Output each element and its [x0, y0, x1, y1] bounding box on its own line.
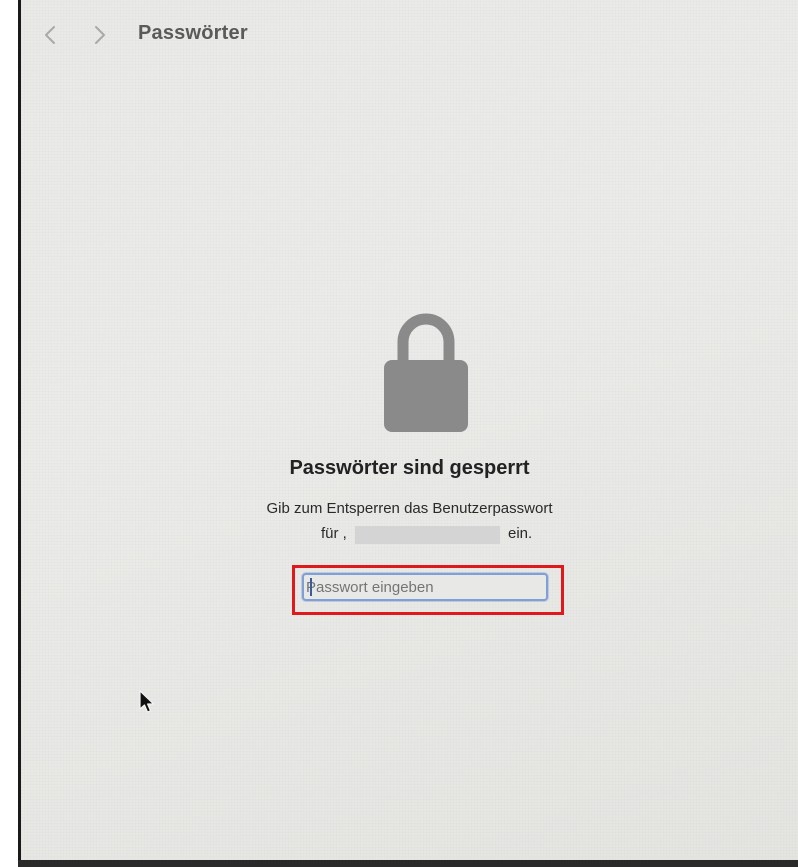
frame-border [18, 860, 798, 867]
forward-button[interactable] [87, 20, 113, 50]
mouse-pointer-icon [138, 690, 156, 714]
instruction-suffix: ein. [508, 525, 533, 542]
password-input[interactable] [302, 573, 548, 601]
instruction-prefix: für , [321, 525, 347, 542]
back-button[interactable] [37, 20, 63, 50]
redacted-username [355, 526, 500, 544]
unlock-instruction-user-line: für , ein. [21, 524, 798, 546]
window-title: Passwörter [138, 22, 248, 44]
locked-heading: Passwörter sind gesperrt [289, 457, 530, 479]
chevron-left-icon [44, 25, 56, 45]
toolbar: Passwörter [21, 0, 798, 70]
text-caret [310, 578, 312, 596]
passwords-window: Passwörter Passwörter sind gesperrt Gib … [21, 0, 798, 860]
photo-frame: Passwörter Passwörter sind gesperrt Gib … [0, 0, 798, 867]
lock-icon [383, 308, 469, 434]
unlock-instruction: Gib zum Entsperren das Benutzerpasswort [266, 500, 553, 517]
chevron-right-icon [94, 25, 106, 45]
